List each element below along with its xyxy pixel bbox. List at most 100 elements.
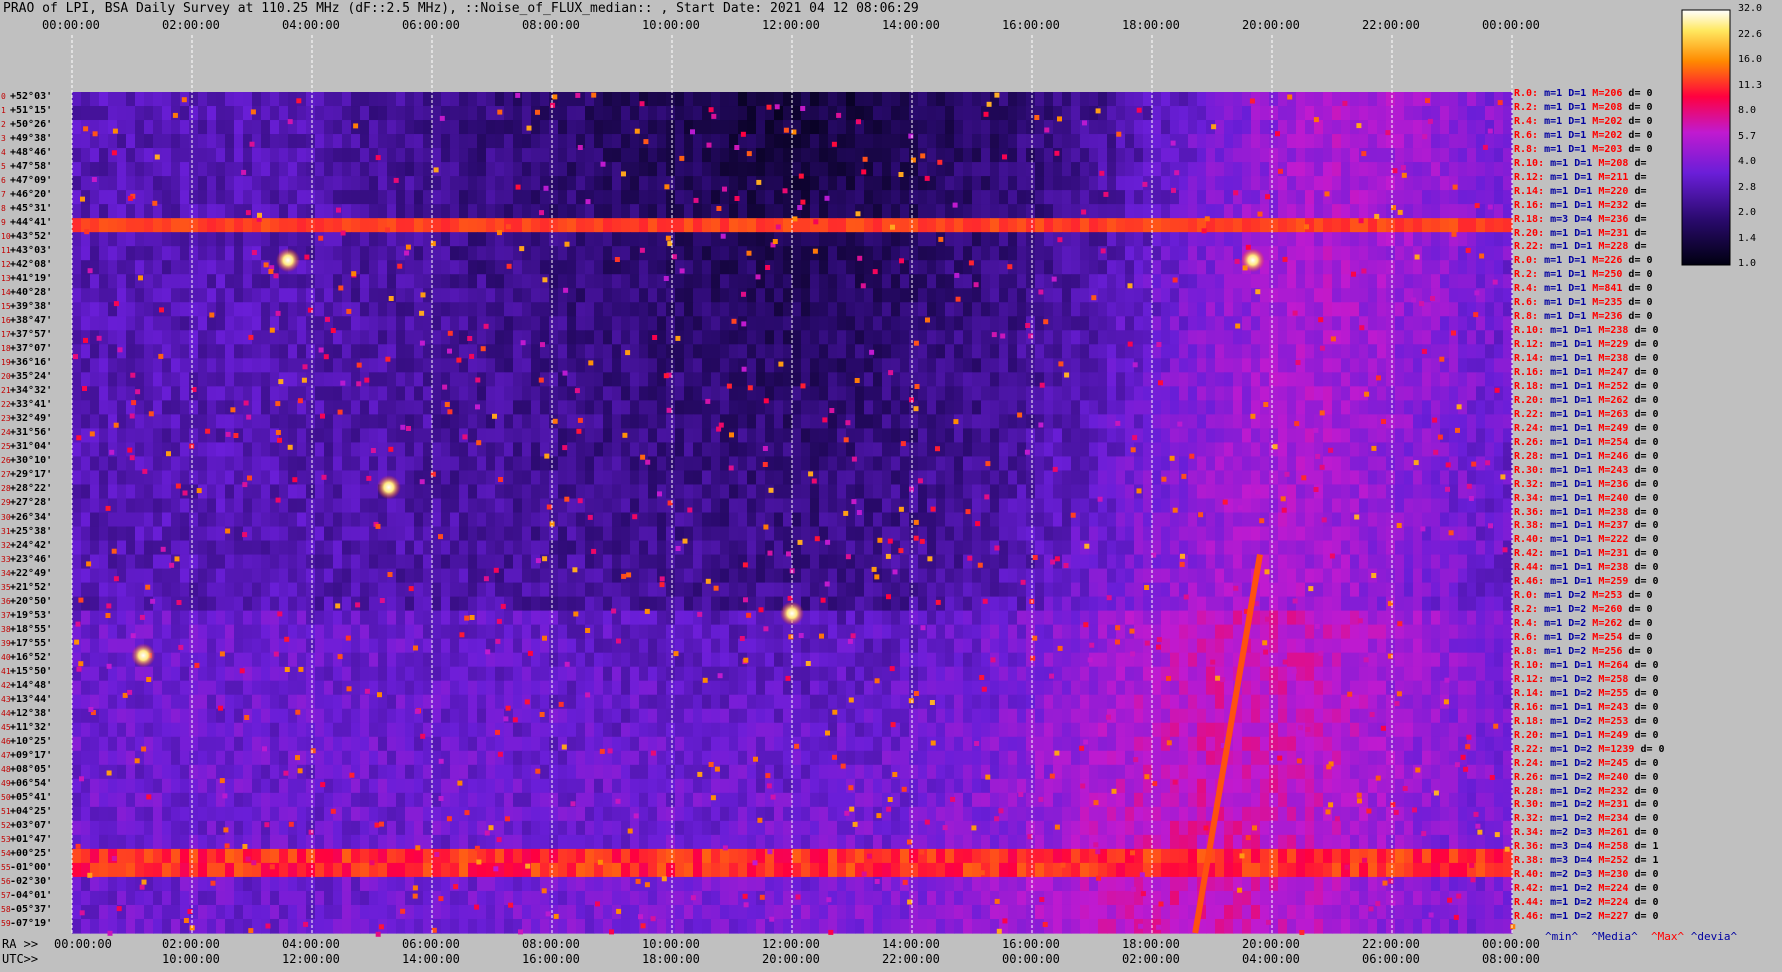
heat-cell [207, 330, 217, 345]
heat-cell [567, 470, 577, 486]
heat-cell [1269, 260, 1279, 275]
heat-cell [90, 526, 100, 542]
heat-cell [1008, 288, 1018, 303]
heat-cell [693, 260, 703, 275]
heat-cell [846, 302, 856, 317]
heat-cell [468, 456, 478, 472]
heat-cell [540, 414, 550, 429]
heat-cell [675, 92, 685, 107]
heat-cell [1404, 386, 1414, 401]
heat-cell [1467, 162, 1477, 177]
heat-cell [1179, 302, 1189, 317]
heat-cell [1080, 372, 1090, 387]
heat-cell [387, 372, 397, 387]
heat-cell [756, 344, 766, 359]
heat-cell [549, 470, 559, 486]
heat-cell [360, 232, 370, 247]
heat-cell [675, 484, 685, 500]
heat-cell [342, 204, 352, 219]
heat-cell [405, 302, 415, 317]
heat-cell [1413, 428, 1423, 444]
heat-cell [1044, 246, 1054, 261]
heat-cell [162, 260, 172, 275]
heat-cell [108, 218, 118, 233]
heat-cell [1440, 302, 1450, 317]
heat-cell [648, 148, 658, 163]
heat-cell [1431, 148, 1441, 163]
heat-cell [810, 358, 820, 373]
heat-cell [1431, 498, 1441, 514]
heat-cell [1332, 246, 1342, 261]
heat-cell [1026, 470, 1036, 486]
heat-cell [747, 190, 757, 205]
heat-cell [108, 288, 118, 303]
heat-cell [1179, 260, 1189, 275]
heat-cell [630, 176, 640, 191]
heat-cell [837, 316, 847, 331]
heat-cell [144, 134, 154, 149]
heat-cell [1386, 442, 1396, 458]
heat-cell [441, 316, 451, 331]
heat-cell [1494, 288, 1504, 303]
heat-cell [657, 232, 667, 247]
heat-cell [162, 344, 172, 359]
heat-cell [1314, 330, 1324, 345]
heat-cell [693, 92, 703, 107]
heat-cell [792, 484, 802, 500]
heat-cell [738, 428, 748, 444]
heat-cell [324, 386, 334, 401]
heat-cell [279, 442, 289, 458]
heat-cell [162, 134, 172, 149]
heat-cell [378, 400, 388, 415]
heat-cell [1242, 512, 1252, 528]
heat-cell [378, 260, 388, 275]
heat-cell [927, 232, 937, 247]
heat-cell [909, 302, 919, 317]
heat-cell [1260, 148, 1270, 163]
heat-cell [315, 260, 325, 275]
heat-cell [720, 134, 730, 149]
heat-cell [360, 134, 370, 149]
heat-cell [1296, 106, 1306, 121]
heat-cell [783, 442, 793, 458]
heat-cell [1386, 232, 1396, 247]
heat-cell [738, 302, 748, 317]
heat-cell [756, 190, 766, 205]
heat-cell [927, 386, 937, 401]
heat-cell [423, 386, 433, 401]
heat-cell [1098, 260, 1108, 275]
heat-cell [657, 134, 667, 149]
heat-cell [846, 176, 856, 191]
heat-cell [108, 372, 118, 387]
heat-cell [153, 232, 163, 247]
heat-cell [1449, 302, 1459, 317]
heat-cell [279, 526, 289, 542]
heat-cell [783, 162, 793, 177]
heat-cell [504, 120, 514, 135]
heat-cell [621, 470, 631, 486]
heat-cell [639, 316, 649, 331]
heat-cell [261, 386, 271, 401]
heat-cell [747, 330, 757, 345]
heat-cell [1080, 92, 1090, 107]
heat-cell [324, 428, 334, 444]
heat-cell [234, 120, 244, 135]
heat-cell [306, 456, 316, 472]
heat-cell [342, 442, 352, 458]
heat-cell [666, 92, 676, 107]
heat-cell [216, 302, 226, 317]
heat-cell [243, 456, 253, 472]
heat-cell [1269, 330, 1279, 345]
heat-cell [657, 512, 667, 528]
heat-cell [1395, 120, 1405, 135]
heat-cell [612, 204, 622, 219]
heat-cell [567, 134, 577, 149]
heat-cell [837, 302, 847, 317]
heat-cell [1179, 134, 1189, 149]
heat-cell [792, 302, 802, 317]
heat-cell [1260, 428, 1270, 444]
heat-cell [504, 344, 514, 359]
heat-cell [180, 386, 190, 401]
heat-cell [1251, 134, 1261, 149]
heat-cell [963, 120, 973, 135]
